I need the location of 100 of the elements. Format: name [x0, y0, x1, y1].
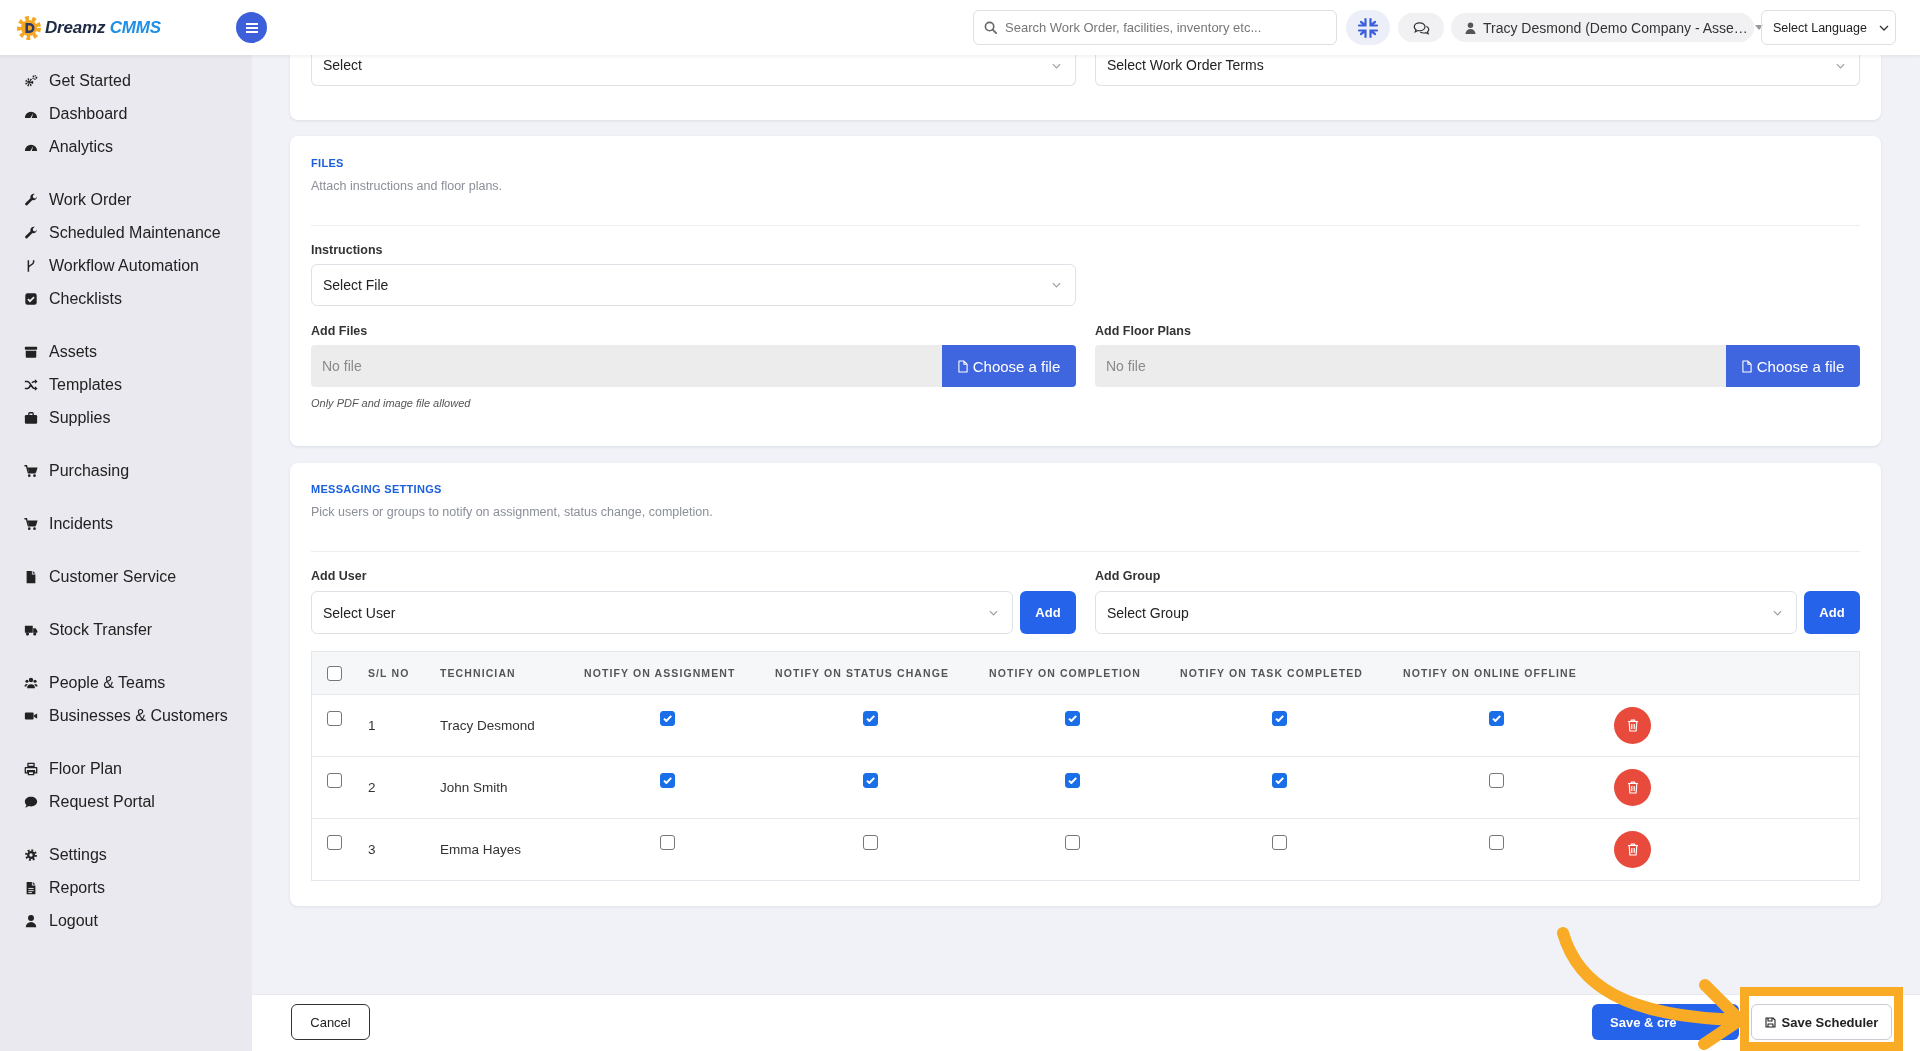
file-name-field[interactable]: No file	[311, 345, 942, 387]
check-icon	[865, 715, 875, 722]
checkbox[interactable]	[862, 711, 878, 726]
sidebar-item[interactable]: Assets	[0, 335, 252, 368]
chevron-down-icon	[1052, 282, 1061, 288]
checkbox[interactable]	[1488, 835, 1504, 850]
choose-file-button[interactable]: Choose a file	[942, 345, 1076, 387]
column-header: NOTIFY ON STATUS CHANGE	[775, 667, 950, 679]
column-header: S/L NO	[368, 667, 410, 679]
add-button[interactable]: Add	[1020, 591, 1076, 634]
sidebar-item[interactable]: Reports	[0, 871, 252, 904]
checkbox[interactable]	[1272, 711, 1287, 726]
add-button[interactable]: Add	[1804, 591, 1860, 634]
sidebar-item[interactable]: Workflow Automation	[0, 249, 252, 282]
compress-icon	[1357, 16, 1379, 39]
column-header: NOTIFY ON ASSIGNMENT	[584, 667, 736, 679]
column-header: NOTIFY ON TASK COMPLETED	[1180, 667, 1363, 679]
checkbox[interactable]	[862, 835, 878, 850]
shuffle-icon	[24, 377, 38, 392]
checkbox[interactable]	[1488, 773, 1504, 788]
check-icon	[1491, 715, 1501, 722]
checkbox[interactable]	[1272, 773, 1287, 788]
table-cell: 2	[368, 780, 376, 795]
checkbox[interactable]	[326, 665, 342, 681]
sidebar-item[interactable]: Logout	[0, 904, 252, 937]
chevron-down-icon	[1052, 63, 1061, 69]
select-field[interactable]: Select Group	[1095, 591, 1797, 634]
sidebar-item[interactable]: Get Started	[0, 64, 252, 97]
check-icon	[1068, 777, 1077, 784]
table-cell: 1	[368, 718, 376, 733]
chat-icon	[1412, 20, 1430, 35]
checkbox[interactable]	[660, 773, 675, 788]
select-field[interactable]: Select File	[311, 264, 1076, 306]
section-subtitle: Pick users or groups to notify on assignment, status change, completion.	[311, 505, 713, 519]
sidebar-item[interactable]: Supplies	[0, 401, 252, 434]
sidebar-item[interactable]: Settings	[0, 838, 252, 871]
sidebar-item[interactable]: People & Teams	[0, 666, 252, 699]
trash-icon	[1626, 719, 1639, 732]
checkbox[interactable]	[1488, 711, 1504, 726]
checkbox[interactable]	[660, 711, 675, 726]
sidebar-item[interactable]: Customer Service	[0, 560, 252, 593]
select-field[interactable]: Select Work Order Terms	[1095, 55, 1860, 86]
trash-icon	[1626, 781, 1639, 794]
field-label: Add Group	[1095, 569, 1161, 583]
users-icon	[24, 675, 38, 690]
sidebar-item[interactable]: Checklists	[0, 282, 252, 315]
sidebar-item[interactable]: Work Order	[0, 183, 252, 216]
compress-button[interactable]	[1346, 10, 1390, 45]
checkbox[interactable]	[326, 773, 342, 788]
sidebar-item[interactable]: Analytics	[0, 130, 252, 163]
sidebar-item[interactable]: Incidents	[0, 507, 252, 540]
sidebar-item[interactable]: Dashboard	[0, 97, 252, 130]
field-label: Add User	[311, 569, 367, 583]
table-cell: John Smith	[440, 780, 508, 795]
field-label: Instructions	[311, 243, 383, 257]
user-icon	[24, 913, 38, 928]
gear-logo-icon	[16, 14, 42, 41]
field-label: Add Files	[311, 324, 368, 338]
sidebar-item[interactable]: Purchasing	[0, 454, 252, 487]
checkbox[interactable]	[326, 835, 342, 850]
delete-button[interactable]	[1614, 831, 1651, 868]
language-select[interactable]: Select Language	[1761, 10, 1896, 45]
checkbox[interactable]	[326, 711, 342, 726]
sidebar-item[interactable]: Scheduled Maintenance	[0, 216, 252, 249]
delete-button[interactable]	[1614, 769, 1651, 806]
choose-file-button[interactable]: Choose a file	[1726, 345, 1860, 387]
sidebar-item[interactable]: Businesses & Customers	[0, 699, 252, 732]
sidebar-item[interactable]: Floor Plan	[0, 752, 252, 785]
column-header: NOTIFY ON COMPLETION	[989, 667, 1141, 679]
chat-button[interactable]	[1398, 13, 1444, 42]
cancel-button[interactable]: Cancel	[291, 1004, 370, 1040]
section-subtitle: Attach instructions and floor plans.	[311, 179, 503, 193]
checkbox[interactable]	[1272, 835, 1287, 850]
sidebar-item[interactable]: Request Portal	[0, 785, 252, 818]
select-field[interactable]: Select	[311, 55, 1076, 86]
select-field[interactable]: Select User	[311, 591, 1013, 634]
menu-button[interactable]	[236, 12, 267, 43]
file-name-field[interactable]: No file	[1095, 345, 1726, 387]
checkbox[interactable]	[862, 773, 878, 788]
check-icon	[663, 777, 672, 784]
gear-icon	[24, 847, 38, 862]
help-text: Only PDF and image file allowed	[311, 397, 471, 409]
chevron-down-icon	[989, 609, 998, 616]
check-square-icon	[24, 291, 38, 306]
document-icon	[24, 569, 38, 584]
section-title: MESSAGING SETTINGS	[311, 483, 442, 495]
check-icon	[1275, 715, 1284, 722]
cart-icon	[24, 516, 38, 531]
table-cell: Emma Hayes	[440, 842, 522, 857]
save-scheduler-button[interactable]: Save Scheduler	[1751, 1004, 1892, 1040]
search-field[interactable]: Search Work Order, facilities, inventory etc...	[973, 10, 1337, 45]
checkbox[interactable]	[1065, 835, 1080, 850]
sidebar-item[interactable]: Templates	[0, 368, 252, 401]
table-cell: Tracy Desmond	[440, 718, 535, 733]
checkbox[interactable]	[1065, 711, 1080, 726]
checkbox[interactable]	[660, 835, 675, 850]
checkbox[interactable]	[1065, 773, 1080, 788]
sidebar-item[interactable]: Stock Transfer	[0, 613, 252, 646]
caret-icon	[1754, 25, 1763, 30]
delete-button[interactable]	[1614, 707, 1651, 744]
